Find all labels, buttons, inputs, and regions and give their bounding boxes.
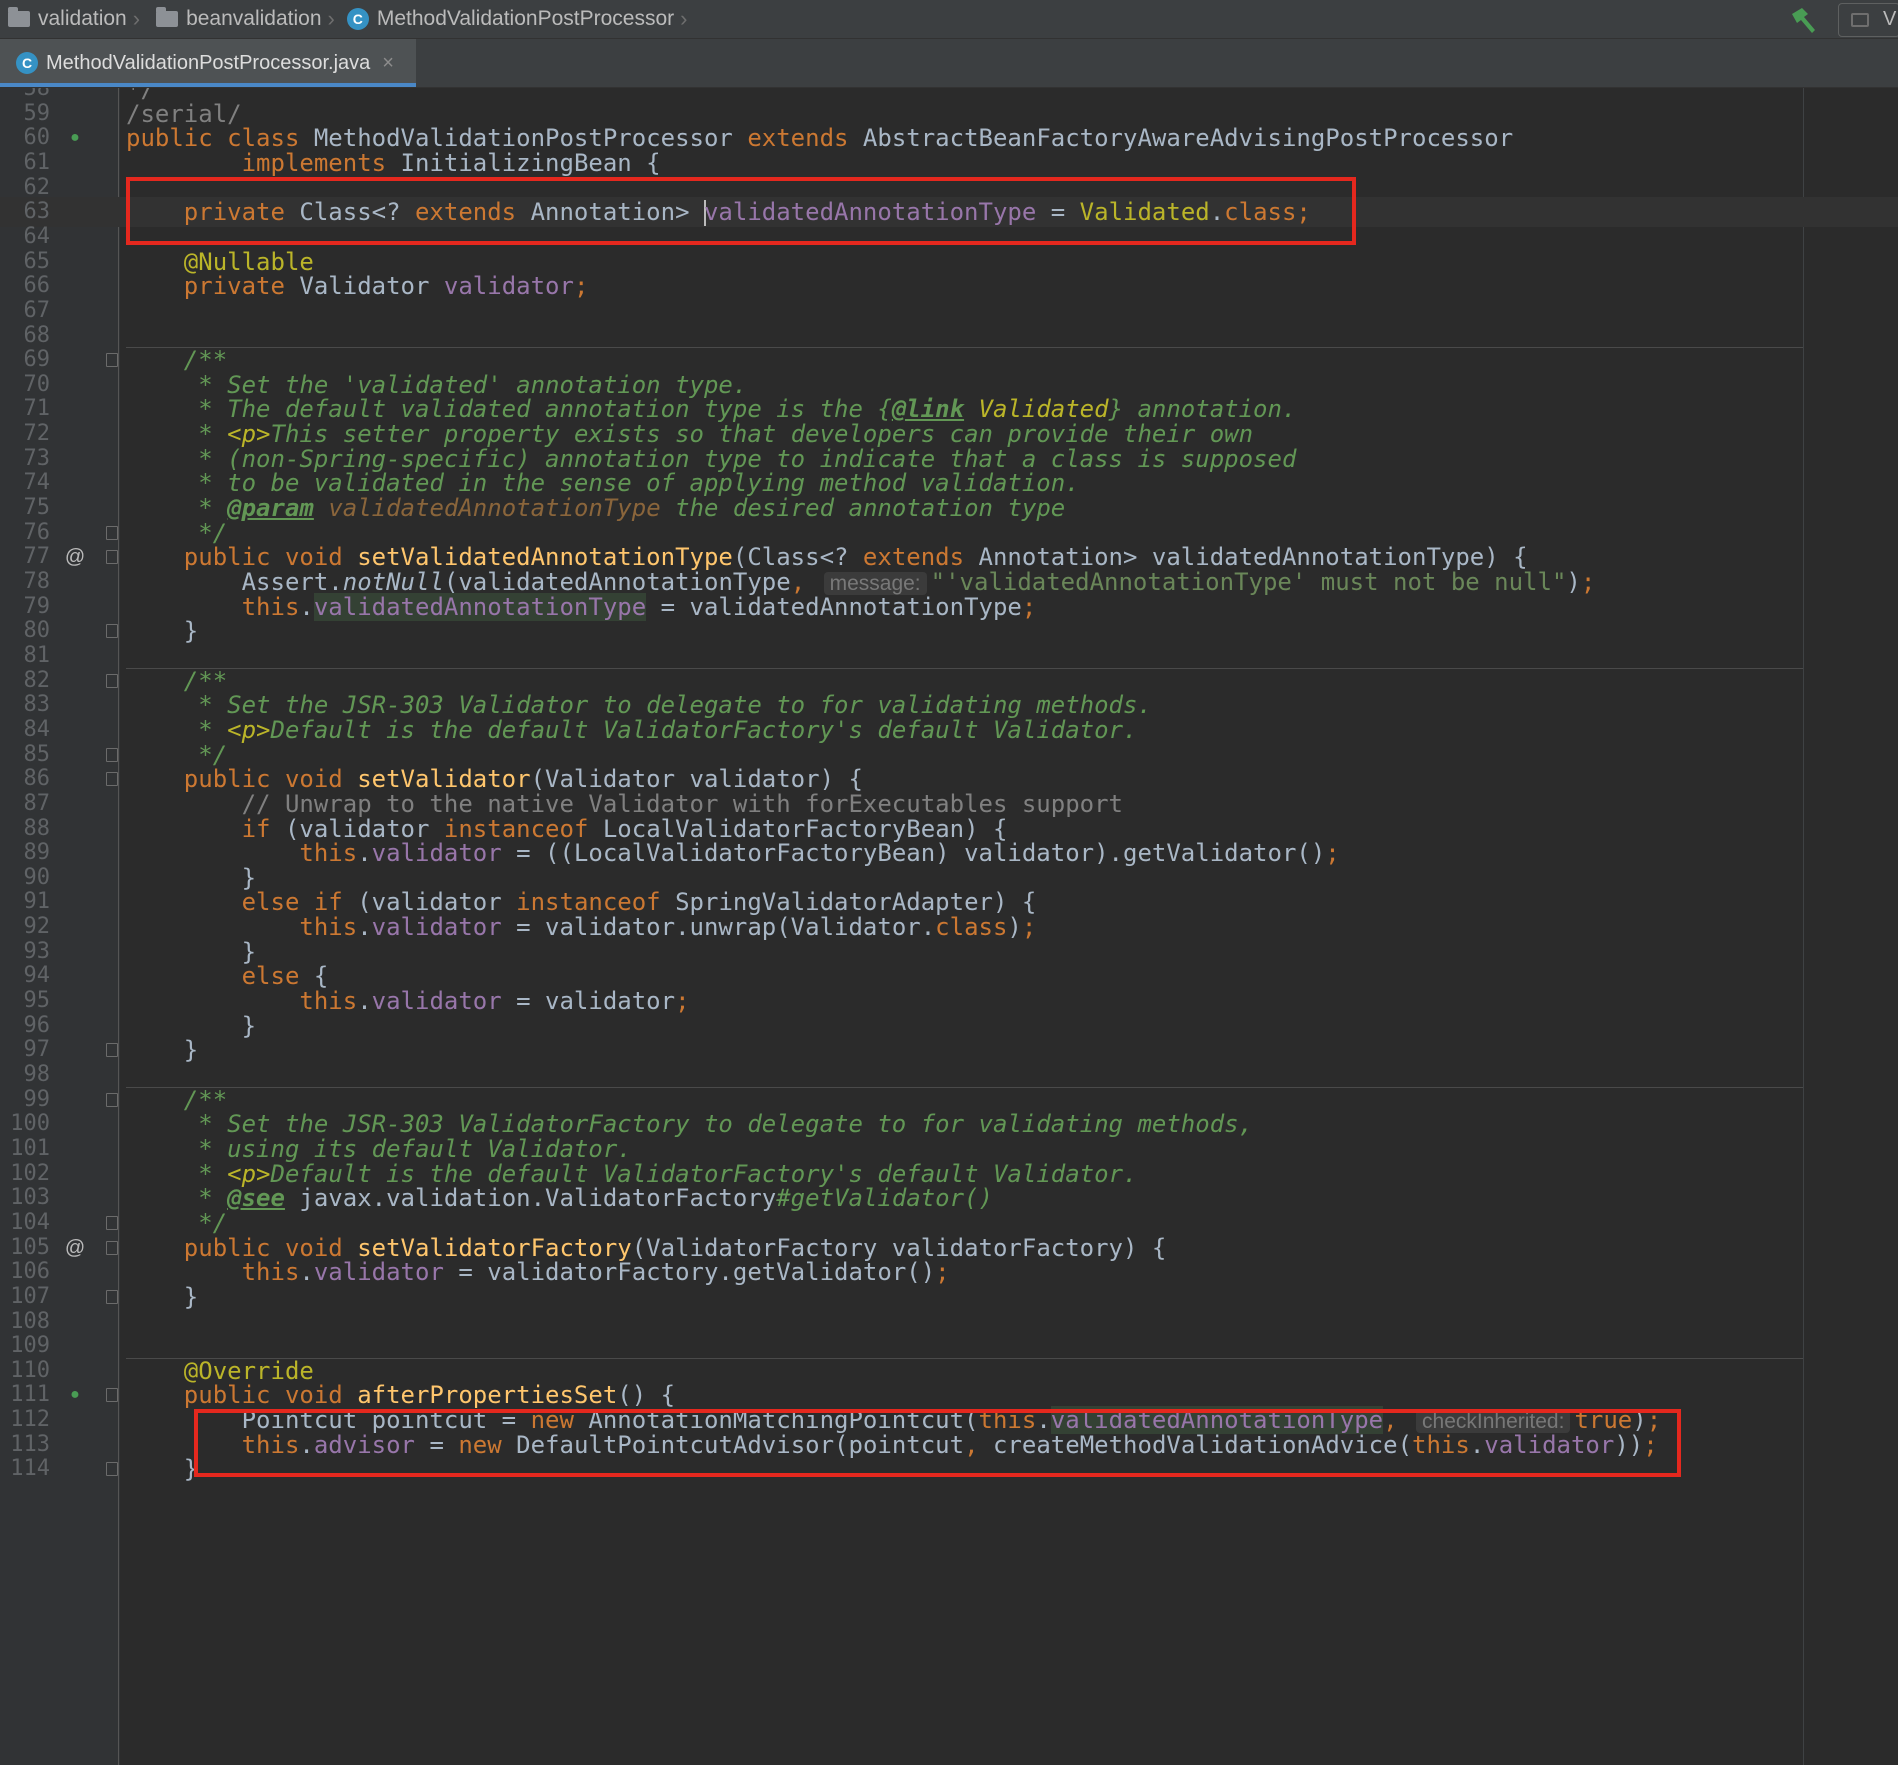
method-separator — [126, 347, 1803, 349]
fold-marker-icon[interactable] — [106, 1388, 118, 1403]
class-icon: C — [16, 52, 38, 74]
method-separator — [126, 667, 1803, 669]
breadcrumb-label: MethodValidationPostProcessor — [376, 7, 675, 30]
breadcrumb-label: validation — [38, 7, 127, 30]
breadcrumb-label: beanvalidation — [186, 7, 322, 30]
folder-icon — [156, 7, 179, 27]
method-separator — [126, 1357, 1803, 1359]
chevron-right-icon: › — [132, 6, 141, 31]
tab-method-validation-post-processor[interactable]: C MethodValidationPostProcessor.java × — [0, 39, 416, 87]
chevron-right-icon: › — [327, 6, 335, 31]
fold-marker-icon[interactable] — [106, 1215, 118, 1230]
fold-marker-icon[interactable] — [106, 1462, 118, 1477]
run-config-icon — [1851, 13, 1869, 27]
navigation-bar: validation › beanvalidation › C MethodVa… — [0, 0, 1898, 39]
code-token: } — [126, 1455, 199, 1484]
chevron-right-icon: › — [680, 6, 688, 31]
fold-marker-icon[interactable] — [106, 1092, 118, 1107]
code-editor[interactable]: 58 */59/serial/60 public class MethodValid… — [0, 88, 1898, 1765]
fold-marker-icon[interactable] — [106, 772, 118, 787]
at-icon[interactable]: @ — [64, 544, 86, 570]
build-hammer-icon[interactable] — [1788, 6, 1818, 34]
fold-marker-icon[interactable] — [106, 525, 118, 540]
fold-marker-icon[interactable] — [106, 550, 118, 565]
editor-tab-bar: C MethodValidationPostProcessor.java × — [0, 39, 1898, 88]
run-configuration-button[interactable]: V — [1838, 3, 1898, 37]
fold-marker-icon[interactable] — [106, 1240, 118, 1255]
folder-icon — [8, 7, 30, 27]
fold-marker-icon[interactable] — [106, 624, 118, 639]
line-number[interactable]: 114 — [0, 1454, 50, 1484]
fold-marker-icon[interactable] — [106, 1043, 118, 1058]
method-separator — [126, 1086, 1803, 1088]
breadcrumb-item-validation[interactable]: validation › — [0, 0, 148, 38]
bean-icon[interactable]: ● — [64, 125, 86, 151]
class-icon: C — [346, 8, 369, 30]
at-icon[interactable]: @ — [64, 1235, 86, 1261]
fold-marker-icon[interactable] — [106, 747, 118, 762]
breadcrumb-item-beanvalidation[interactable]: beanvalidation › — [148, 0, 343, 38]
fold-marker-icon[interactable] — [106, 673, 118, 688]
fold-marker-icon[interactable] — [106, 1289, 118, 1304]
breadcrumb-item-class[interactable]: C MethodValidationPostProcessor › — [343, 0, 696, 38]
override-icon[interactable]: ● — [64, 1382, 86, 1408]
code-text: } — [126, 1454, 198, 1484]
fold-marker-icon[interactable] — [106, 353, 118, 368]
code-line[interactable]: 114 } — [0, 1454, 1898, 1484]
tab-label: MethodValidationPostProcessor.java — [46, 51, 371, 74]
run-configuration-label: V — [1883, 8, 1897, 30]
close-icon[interactable]: × — [382, 52, 394, 75]
